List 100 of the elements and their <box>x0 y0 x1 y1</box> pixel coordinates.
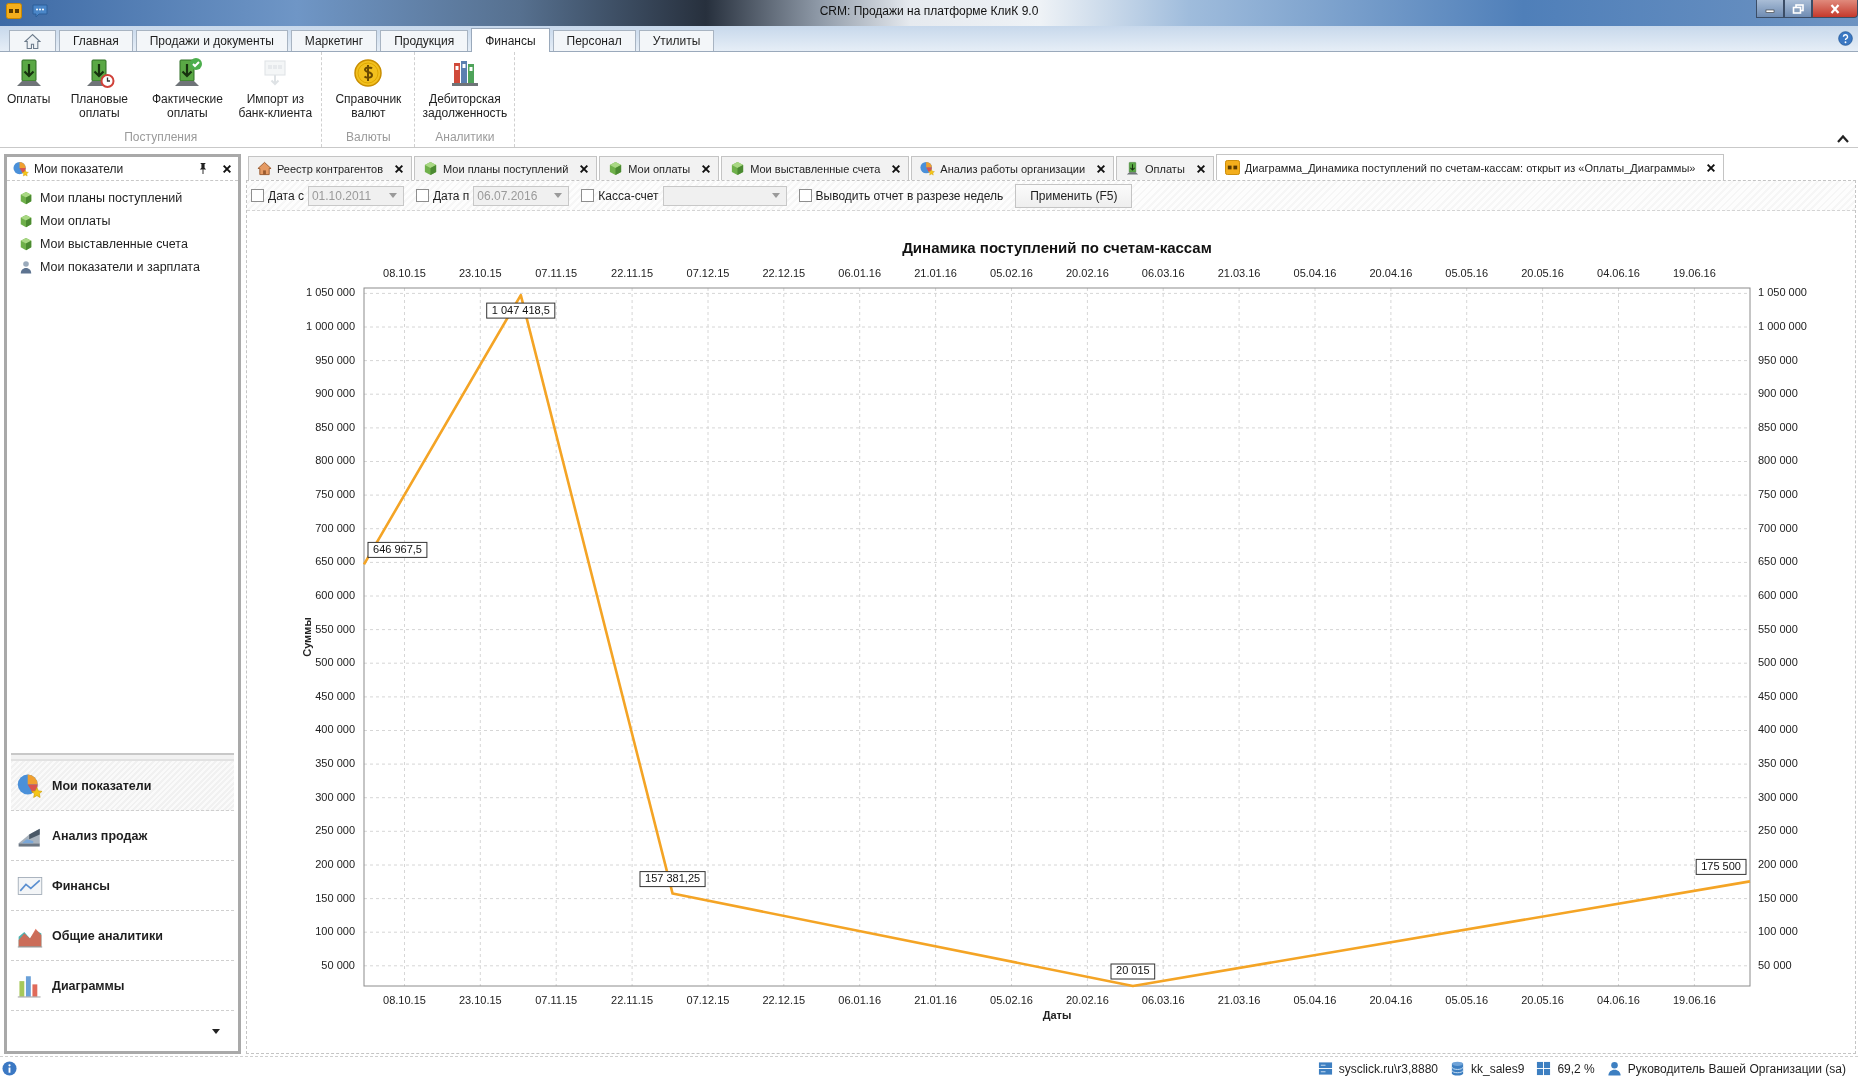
sidebar-item[interactable]: Мои показатели и зарплата <box>19 255 238 278</box>
ribbon-button[interactable]: Дебиторская задолженность <box>418 55 512 122</box>
nav-section[interactable]: Финансы <box>11 861 234 911</box>
ribbon-button[interactable]: Плановые оплаты <box>56 55 143 122</box>
axis-tick-label: 1 050 000 <box>306 286 355 299</box>
cube-icon <box>19 236 33 251</box>
cube-icon <box>423 161 439 176</box>
ribbon-button[interactable]: Оплаты <box>3 55 55 108</box>
app-icon[interactable] <box>6 3 22 19</box>
cube-icon <box>730 161 746 176</box>
ribbon-tab[interactable]: Маркетинг <box>290 30 378 51</box>
house-icon <box>24 32 41 50</box>
document-tab[interactable]: Оплаты <box>1116 156 1214 180</box>
axis-tick-label: 50 000 <box>1758 958 1792 971</box>
ribbon-tab[interactable]: Финансы <box>471 28 550 52</box>
apply-button[interactable]: Применить (F5) <box>1015 183 1133 208</box>
axis-tick-label: 800 000 <box>1758 454 1798 467</box>
sidebar-item[interactable]: Мои оплаты <box>19 209 238 232</box>
axis-tick-label: 350 000 <box>1758 757 1798 769</box>
axis-tick-label: 21.03.16 <box>1217 266 1261 279</box>
document-tab[interactable]: Мои планы поступлений <box>414 156 598 180</box>
document-tab[interactable]: Мои выставленные счета <box>721 156 910 180</box>
axis-tick-label: 21.03.16 <box>1217 993 1261 1006</box>
group-label: Аналитики <box>435 130 495 144</box>
sidebar-item[interactable]: Мои выставленные счета <box>19 232 238 255</box>
house-icon <box>257 161 272 176</box>
close-icon[interactable] <box>1706 162 1717 173</box>
checkbox[interactable] <box>798 189 812 202</box>
dropdown-arrow-icon <box>388 193 397 198</box>
axis-tick-label: 450 000 <box>315 689 355 702</box>
axis-tick-label: 05.02.16 <box>990 266 1033 279</box>
nav-section[interactable]: Анализ продаж <box>11 811 234 861</box>
sidebar-item[interactable]: Мои планы поступлений <box>19 186 238 209</box>
ribbon-tab[interactable]: Главная <box>59 30 133 51</box>
axis-tick-label: 100 000 <box>1758 925 1798 938</box>
axis-tick-label: 06.03.16 <box>1141 993 1185 1006</box>
axis-tick-label: 23.10.15 <box>458 266 502 279</box>
panel-title: Мои показатели <box>34 161 125 176</box>
close-icon[interactable] <box>579 163 590 174</box>
axis-tick-label: 50 000 <box>321 958 355 971</box>
chat-icon[interactable] <box>32 3 48 19</box>
axis-tick-label: 250 000 <box>1758 824 1798 837</box>
ribbon-button[interactable]: Справочник валют <box>325 55 412 122</box>
axis-tick-label: 150 000 <box>315 891 355 904</box>
close-icon[interactable] <box>1096 163 1107 174</box>
help-icon[interactable] <box>1838 31 1853 46</box>
document-tab[interactable]: Мои оплаты <box>599 156 720 180</box>
filter-label: Выводить отчет в разрезе недель <box>815 188 1004 203</box>
axis-tick-label: 400 000 <box>315 723 355 736</box>
axis-tick-label: 20.02.16 <box>1066 993 1109 1006</box>
minimize-button[interactable] <box>1756 0 1784 18</box>
data-label: 175 500 <box>1695 858 1747 875</box>
close-button[interactable] <box>1812 0 1858 18</box>
axis-tick-label: 07.12.15 <box>686 993 730 1006</box>
filter-label: Касса-счет <box>598 188 659 203</box>
document-tab[interactable]: Диаграмма_Динамика поступлений по счетам-кассам: открыт из «Оплаты_Диаграммы» <box>1215 154 1725 180</box>
ribbon-tab[interactable]: Утилиты <box>638 30 715 51</box>
chart-title: Динамика поступлений по счетам-кассам <box>902 238 1212 256</box>
window-title: CRM: Продажи на платформе КлиК 9.0 <box>819 3 1039 18</box>
axis-tick-label: 900 000 <box>315 387 355 400</box>
data-label: 20 015 <box>1110 963 1156 980</box>
close-icon[interactable] <box>222 163 232 174</box>
restore-button[interactable] <box>1784 0 1812 18</box>
caret-down-icon[interactable] <box>212 1028 220 1034</box>
pie-chart-icon <box>17 772 43 799</box>
tiles-icon <box>1536 1061 1552 1076</box>
splitter-grip[interactable] <box>11 753 234 761</box>
close-icon[interactable] <box>701 163 712 174</box>
nav-section[interactable]: Диаграммы <box>11 961 234 1011</box>
nav-section[interactable]: Мои показатели <box>11 761 234 811</box>
status-text: Руководитель Вашей Организации (sa) <box>1627 1061 1846 1076</box>
ribbon-tab[interactable]: Продажи и документы <box>135 30 288 51</box>
nav-section[interactable]: Общие аналитики <box>11 911 234 961</box>
ribbon-button[interactable]: Фактические оплаты <box>144 55 231 122</box>
status-text: 69,2 % <box>1557 1061 1595 1076</box>
axis-tick-label: 600 000 <box>1758 588 1798 601</box>
ribbon-tab[interactable]: Персонал <box>552 30 636 51</box>
axis-tick-label: 22.11.15 <box>611 266 654 279</box>
checkbox[interactable] <box>251 189 264 202</box>
app-icon <box>1224 160 1240 175</box>
ribbon-tab[interactable] <box>9 30 56 51</box>
checkbox[interactable] <box>415 189 429 202</box>
coin-icon <box>352 57 385 89</box>
close-icon[interactable] <box>1195 163 1206 174</box>
axis-tick-label: 07.11.15 <box>535 266 578 279</box>
axis-title: Суммы <box>300 617 313 657</box>
axis-tick-label: 550 000 <box>1758 622 1798 635</box>
collapse-caret-icon[interactable] <box>1836 134 1850 143</box>
axis-tick-label: 950 000 <box>1758 353 1798 366</box>
axis-tick-label: 1 050 000 <box>1758 286 1807 299</box>
document-tab[interactable]: Анализ работы организации <box>911 156 1115 180</box>
ribbon-tab[interactable]: Продукция <box>380 30 469 51</box>
axis-tick-label: 06.03.16 <box>1141 266 1185 279</box>
info-icon[interactable] <box>2 1061 17 1076</box>
close-icon[interactable] <box>394 163 405 174</box>
close-icon[interactable] <box>891 163 902 174</box>
document-tab[interactable]: Реестр контрагентов <box>248 156 413 180</box>
axis-tick-label: 500 000 <box>315 656 355 669</box>
axis-tick-label: 19.06.16 <box>1673 993 1716 1006</box>
checkbox[interactable] <box>581 189 595 202</box>
